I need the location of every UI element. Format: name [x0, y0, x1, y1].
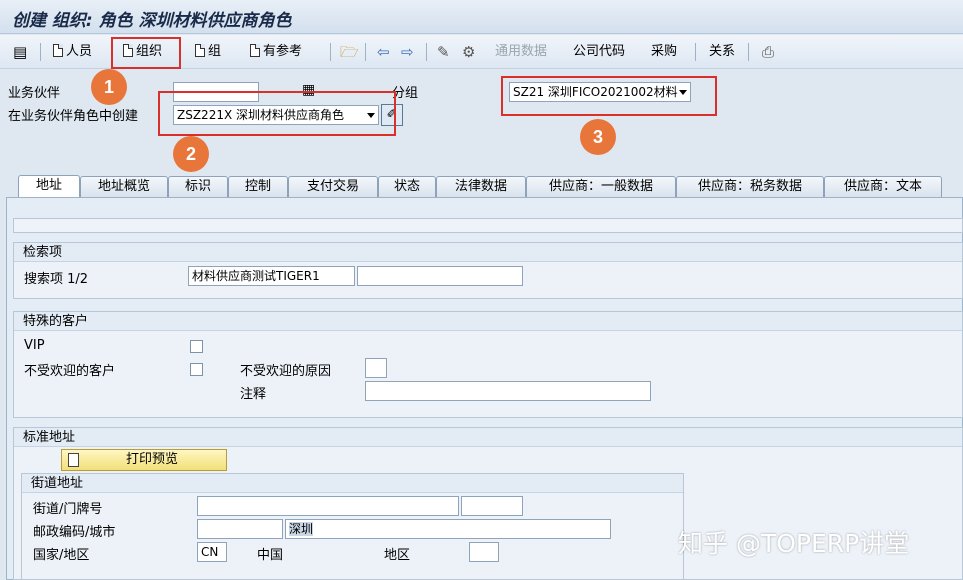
special-customer-group: 特殊的客户 — [13, 311, 963, 418]
street-address-header: 街道地址 — [22, 474, 683, 493]
street-input[interactable] — [197, 496, 459, 516]
tab-vendor-text[interactable]: 供应商：文本 — [824, 176, 942, 198]
tab-vendor-tax-data[interactable]: 供应商：税务数据 — [676, 176, 824, 198]
arrow-left-icon[interactable]: ⇦ — [377, 43, 390, 61]
title-bar: 创建 组织: 角色 深圳材料供应商角色 — [0, 0, 963, 34]
annotation-marker-2: 2 — [173, 136, 209, 172]
relations-button[interactable]: 关系 — [709, 42, 735, 62]
tab-address-overview[interactable]: 地址概览 — [80, 176, 168, 198]
settings-icon[interactable]: ⚙ — [462, 43, 475, 61]
print-preview-label: 打印预览 — [126, 452, 179, 467]
unwanted-reason-input[interactable] — [365, 358, 387, 378]
arrow-right-icon[interactable]: ⇨ — [401, 43, 414, 61]
toolbar-separator — [695, 43, 696, 61]
toolbar-separator — [40, 43, 41, 61]
standard-address-header: 标准地址 — [14, 428, 962, 447]
street-label: 街道/门牌号 — [33, 502, 103, 517]
country-label: 国家/地区 — [33, 548, 90, 563]
person-button-label: 人员 — [66, 44, 93, 59]
toolbar-separator — [365, 43, 366, 61]
group-button[interactable]: 组 — [195, 42, 221, 62]
house-number-input[interactable] — [461, 496, 523, 516]
company-code-button[interactable]: 公司代码 — [573, 42, 625, 62]
search-term-1-input[interactable]: 材料供应商测试TIGER1 — [188, 266, 355, 286]
toolbar-separator — [426, 43, 427, 61]
highlight-box-organization — [111, 37, 181, 69]
window-title: 创建 组织: 角色 深圳材料供应商角色 — [12, 11, 292, 31]
info-strip — [13, 218, 963, 233]
country-code-input[interactable]: CN — [197, 542, 227, 562]
print-preview-button[interactable]: 打印预览 — [61, 449, 227, 471]
search-term-2-input[interactable] — [357, 266, 523, 286]
role-label: 在业务伙伴角色中创建 — [8, 109, 139, 124]
postal-city-label: 邮政编码/城市 — [33, 525, 116, 540]
vip-label: VIP — [24, 338, 45, 353]
tab-identification[interactable]: 标识 — [168, 176, 228, 198]
tab-strip: 地址 地址概览 标识 控制 支付交易 状态 法律数据 供应商：一般数据 供应商：… — [0, 175, 963, 199]
city-value: 深圳 — [289, 522, 314, 536]
tab-address[interactable]: 地址 — [18, 175, 80, 199]
document-icon — [195, 44, 205, 57]
open-folder-icon[interactable]: 🗁 — [340, 43, 359, 61]
search-term-label: 搜索项 1/2 — [24, 272, 89, 287]
region-label: 地区 — [384, 548, 411, 563]
print-icon[interactable]: ⎙ — [762, 43, 774, 61]
bp-label: 业务伙伴 — [8, 86, 61, 101]
unwanted-customer-checkbox[interactable] — [190, 363, 203, 376]
country-name: 中国 — [257, 548, 284, 563]
comment-input[interactable] — [365, 381, 651, 401]
tab-payment-transactions[interactable]: 支付交易 — [288, 176, 378, 198]
search-terms-header: 检索项 — [14, 243, 962, 262]
unwanted-reason-label: 不受欢迎的原因 — [240, 364, 332, 379]
with-reference-button[interactable]: 有参考 — [250, 42, 302, 62]
document-icon — [250, 44, 260, 57]
tab-status[interactable]: 状态 — [378, 176, 436, 198]
purchasing-button[interactable]: 采购 — [651, 42, 677, 62]
tab-control[interactable]: 控制 — [228, 176, 288, 198]
with-reference-button-label: 有参考 — [263, 44, 303, 59]
toolbar-separator — [330, 43, 331, 61]
highlight-box-grouping — [501, 76, 717, 116]
annotation-marker-1: 1 — [91, 69, 127, 105]
city-input[interactable]: 深圳 — [285, 519, 611, 539]
special-customer-header: 特殊的客户 — [14, 312, 962, 331]
unwanted-customer-label: 不受欢迎的客户 — [24, 364, 116, 379]
vip-checkbox[interactable] — [190, 340, 203, 353]
comment-label: 注释 — [240, 387, 267, 402]
postal-code-input[interactable] — [197, 519, 283, 539]
document-icon — [68, 453, 79, 467]
document-icon — [53, 44, 63, 57]
general-data-button[interactable]: 通用数据 — [495, 42, 547, 62]
annotation-marker-3: 3 — [580, 119, 616, 155]
watermark: 知乎 @TOPERP讲堂 — [678, 529, 910, 558]
person-button[interactable]: 人员 — [53, 42, 92, 62]
highlight-box-role — [158, 91, 396, 136]
tab-legal-data[interactable]: 法律数据 — [436, 176, 526, 198]
region-input[interactable] — [469, 542, 499, 562]
edit-pencil-icon[interactable]: ✎ — [437, 43, 450, 61]
toolbar-separator — [748, 43, 749, 61]
group-button-label: 组 — [208, 44, 222, 59]
tab-vendor-general-data[interactable]: 供应商：一般数据 — [526, 176, 676, 198]
overview-icon[interactable]: ▤ — [13, 43, 27, 61]
